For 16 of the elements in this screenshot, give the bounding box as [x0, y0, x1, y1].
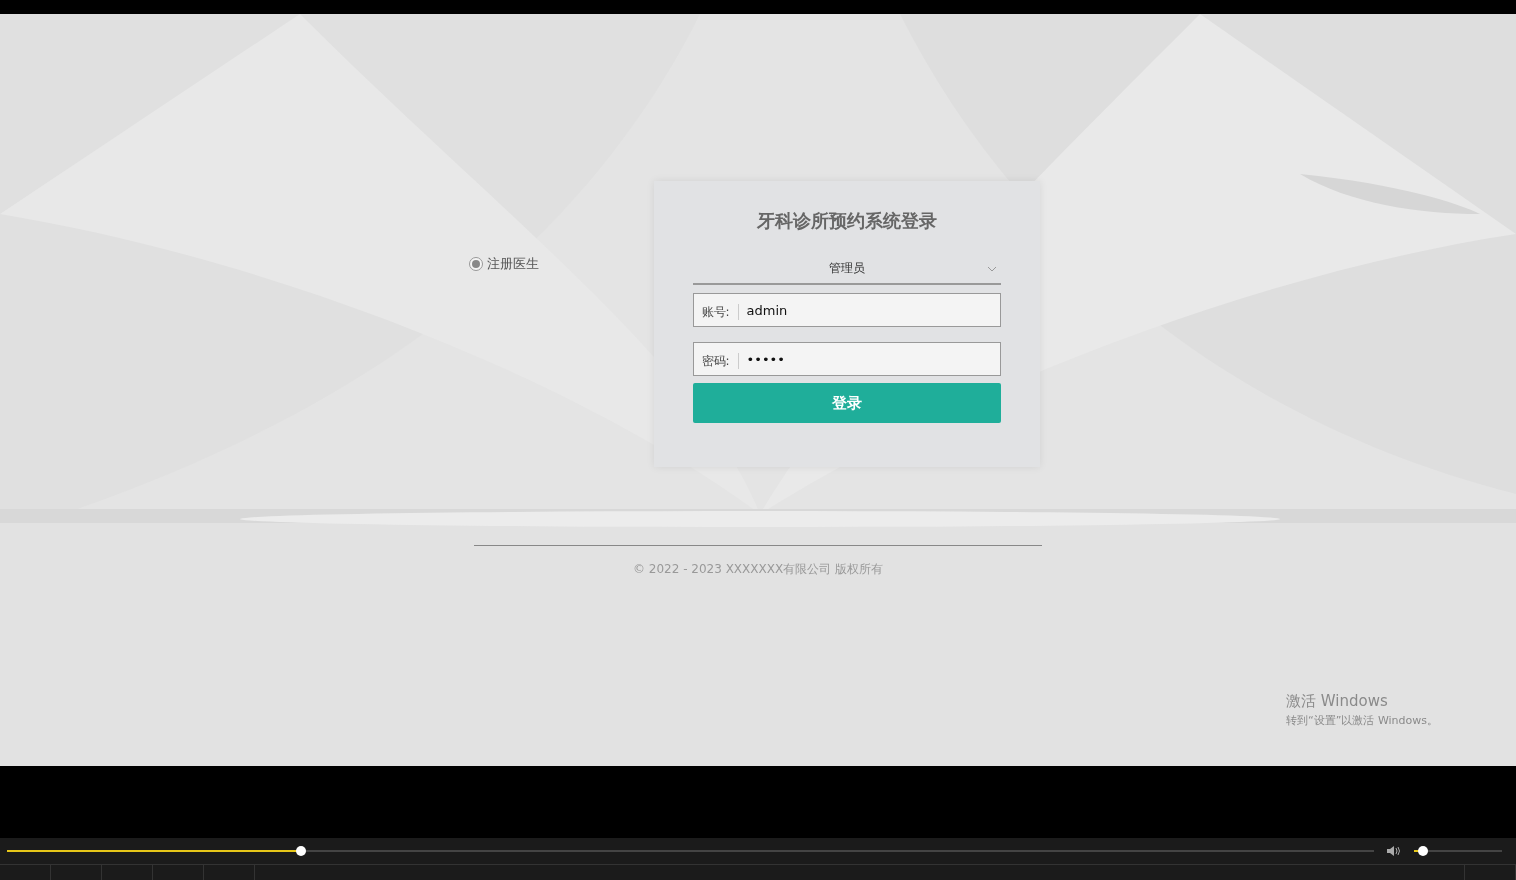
volume-handle[interactable]: [1417, 846, 1428, 856]
field-value: admin: [746, 302, 788, 318]
activation-hint: 转到“设置”以激活 Windows。: [1286, 713, 1438, 728]
field-label: 密码:: [693, 353, 739, 369]
password-field[interactable]: 密码: •••••: [692, 342, 1001, 376]
activation-title: 激活 Windows: [1286, 692, 1389, 711]
progress-handle[interactable]: [295, 846, 306, 856]
chevron-down-icon: [986, 266, 997, 272]
copyright-text: © 2022 - 2023 XXXXXXX有限公司 版权所有: [633, 561, 883, 578]
field-label: 账号:: [693, 304, 739, 320]
radio-label[interactable]: 注册医生: [486, 255, 539, 273]
field-value: •••••: [746, 351, 785, 367]
account-field[interactable]: 账号: admin: [692, 293, 1001, 327]
role-select[interactable]: 管理员: [692, 253, 1001, 285]
speaker-icon[interactable]: [1386, 845, 1402, 857]
login-title: 牙科诊所预约系统登录: [755, 209, 938, 233]
